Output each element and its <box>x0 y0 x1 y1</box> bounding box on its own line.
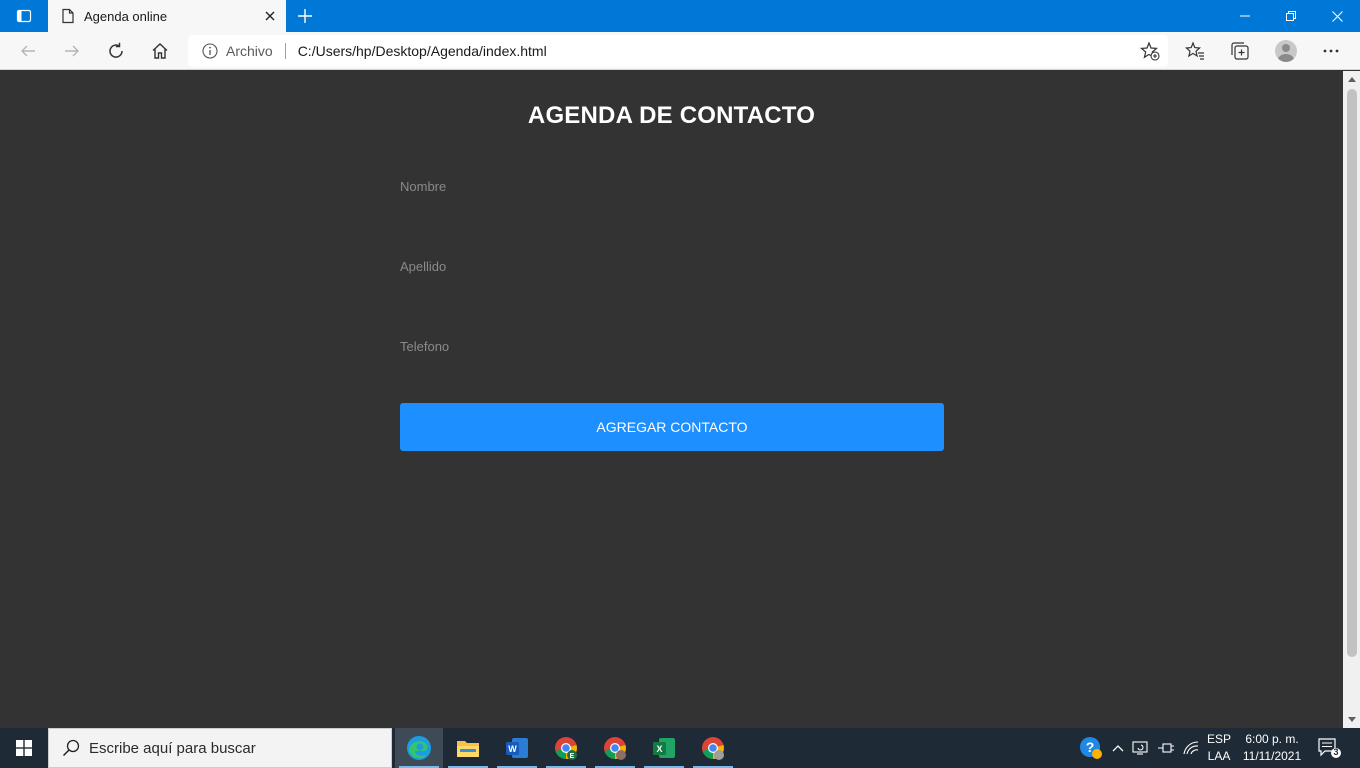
new-tab-button[interactable] <box>290 2 320 30</box>
search-icon <box>61 738 81 758</box>
add-favorite-button[interactable] <box>1132 35 1168 67</box>
language-code: ESP <box>1206 732 1231 746</box>
forward-button[interactable] <box>54 33 90 69</box>
taskbar-app-file-explorer[interactable] <box>444 728 492 768</box>
page-icon <box>60 8 76 24</box>
monitor-update-icon <box>1132 741 1148 755</box>
scroll-down-button[interactable] <box>1343 711 1360 728</box>
tray-clock[interactable]: 6:00 p. m. 11/11/2021 <box>1238 728 1306 768</box>
windows-logo-icon <box>16 740 32 756</box>
refresh-button[interactable] <box>98 33 134 69</box>
address-origin-label: Archivo <box>226 43 273 59</box>
word-icon: W <box>506 738 528 758</box>
tab-actions-button[interactable] <box>8 4 40 28</box>
settings-more-button[interactable] <box>1313 33 1349 69</box>
nombre-input[interactable] <box>400 171 944 201</box>
collections-icon <box>1231 42 1249 60</box>
address-separator <box>284 43 286 59</box>
page-title: AGENDA DE CONTACTO <box>527 102 816 129</box>
windows-taskbar: Escribe aquí para buscar W E X ? ESP LAA… <box>0 728 1360 768</box>
triangle-down-icon <box>1347 717 1356 722</box>
home-button[interactable] <box>142 33 178 69</box>
tray-update[interactable] <box>1130 728 1152 768</box>
svg-text:W: W <box>508 744 517 754</box>
close-icon <box>1331 10 1343 22</box>
minimize-icon <box>1240 15 1250 17</box>
page-viewport: AGENDA DE CONTACTO AGREGAR CONTACTO <box>0 71 1343 728</box>
taskbar-app-edge[interactable] <box>395 728 443 768</box>
minimize-button[interactable] <box>1222 0 1268 32</box>
info-icon[interactable] <box>202 43 218 59</box>
contact-form: AGREGAR CONTACTO <box>400 171 944 451</box>
search-placeholder: Escribe aquí para buscar <box>89 739 256 757</box>
tray-language[interactable]: ESP LAA <box>1204 728 1234 768</box>
scrollbar-thumb[interactable] <box>1347 89 1357 657</box>
tray-power[interactable] <box>1155 728 1177 768</box>
taskbar-search-box[interactable]: Escribe aquí para buscar <box>48 728 392 768</box>
star-add-icon <box>1140 41 1160 61</box>
browser-titlebar: Agenda online <box>0 0 1360 32</box>
favorites-icon <box>1185 41 1204 60</box>
clock-date: 11/11/2021 <box>1242 749 1302 763</box>
folder-icon <box>457 741 479 757</box>
arrow-right-icon <box>65 45 79 57</box>
help-icon: ? <box>1080 737 1102 759</box>
avatar <box>1275 40 1297 62</box>
scroll-up-button[interactable] <box>1343 71 1360 88</box>
profile-button[interactable] <box>1268 33 1304 69</box>
restore-icon <box>1286 11 1296 21</box>
arrow-left-icon <box>21 45 35 57</box>
taskbar-app-chrome-e[interactable]: E <box>542 728 590 768</box>
close-window-button[interactable] <box>1314 0 1360 32</box>
tray-help[interactable]: ? <box>1078 728 1104 768</box>
favorites-button[interactable] <box>1177 33 1213 69</box>
svg-text:E: E <box>570 753 575 760</box>
home-icon <box>152 43 168 59</box>
clock-time: 6:00 p. m. <box>1245 732 1299 746</box>
chevron-up-icon <box>1112 745 1124 752</box>
taskbar-app-chrome-profile[interactable] <box>591 728 639 768</box>
wifi-icon <box>1183 741 1199 755</box>
power-plug-icon <box>1158 743 1174 753</box>
tab-close-button[interactable] <box>254 0 286 32</box>
edge-icon <box>407 736 431 760</box>
taskbar-app-excel[interactable]: X <box>640 728 688 768</box>
chrome-icon <box>604 737 626 760</box>
close-icon <box>265 11 275 21</box>
chrome-icon: E <box>555 737 577 760</box>
apellido-input[interactable] <box>400 251 944 281</box>
tab-actions-icon <box>16 9 32 23</box>
triangle-up-icon <box>1347 77 1356 82</box>
add-contact-button[interactable]: AGREGAR CONTACTO <box>400 403 944 451</box>
refresh-icon <box>109 42 123 58</box>
restore-button[interactable] <box>1268 0 1314 32</box>
svg-text:X: X <box>656 744 662 754</box>
browser-toolbar: Archivo C:/Users/hp/Desktop/Agenda/index… <box>0 32 1360 70</box>
taskbar-app-word[interactable]: W <box>493 728 541 768</box>
back-button[interactable] <box>10 33 46 69</box>
vertical-scrollbar[interactable] <box>1343 71 1360 728</box>
tray-show-hidden[interactable] <box>1108 728 1128 768</box>
start-button[interactable] <box>0 728 48 768</box>
notification-count: 3 <box>1333 747 1339 757</box>
keyboard-layout: LAA <box>1207 749 1231 763</box>
address-url[interactable]: C:/Users/hp/Desktop/Agenda/index.html <box>298 43 1132 59</box>
more-icon <box>1323 49 1339 53</box>
tray-network[interactable] <box>1180 728 1202 768</box>
action-center-button[interactable]: 3 <box>1314 728 1344 768</box>
excel-icon: X <box>653 738 675 758</box>
chrome-icon <box>702 737 724 760</box>
address-bar[interactable]: Archivo C:/Users/hp/Desktop/Agenda/index… <box>188 35 1168 67</box>
browser-tab[interactable]: Agenda online <box>48 0 286 32</box>
tab-title: Agenda online <box>84 8 168 24</box>
collections-button[interactable] <box>1222 33 1258 69</box>
plus-icon <box>298 9 312 23</box>
taskbar-app-chrome-profile-2[interactable] <box>689 728 737 768</box>
telefono-input[interactable] <box>400 331 944 361</box>
